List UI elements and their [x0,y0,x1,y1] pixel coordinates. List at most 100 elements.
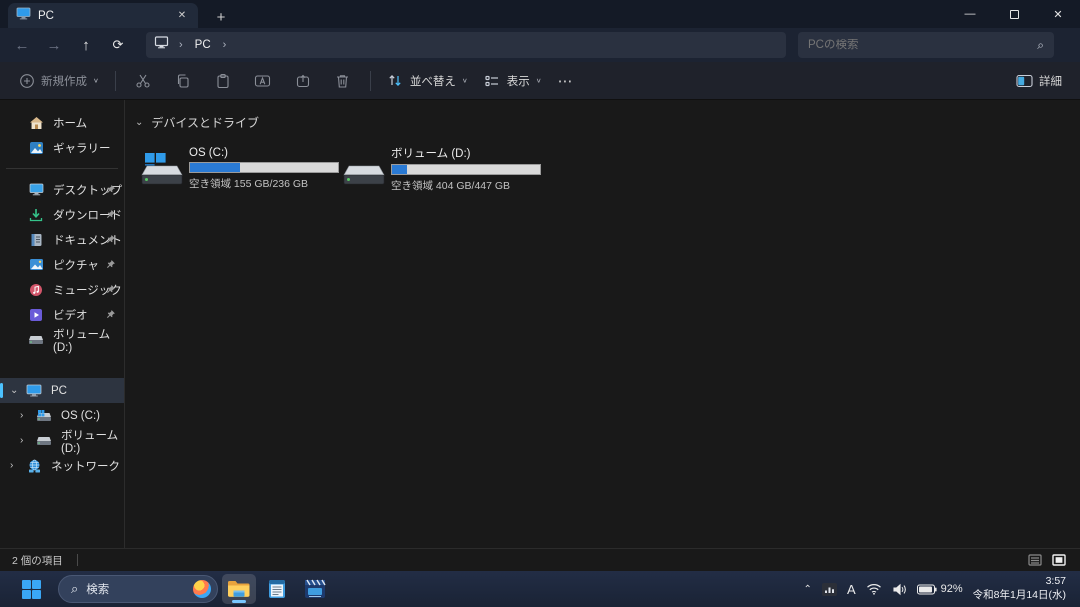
chevron-collapsed-icon[interactable]: › [20,410,23,421]
list-view-toggle[interactable] [1026,552,1044,568]
sidebar-divider [6,168,118,169]
drive-usage-fill [190,163,240,172]
wifi-icon[interactable] [866,583,882,595]
sidebar-item-tree-volume-d[interactable]: › ボリューム (D:) [0,428,124,453]
tab-pc[interactable]: PC ✕ [8,3,198,28]
volume-icon[interactable] [892,583,907,596]
taskbar-search[interactable]: ⌕ 検索 [58,575,218,603]
details-pane-button[interactable]: 詳細 [1008,66,1070,96]
search-box[interactable]: ⌕ [798,32,1054,58]
download-icon [28,207,44,223]
file-explorer-window: PC ✕ + — ✕ ← → ↑ ⟳ › PC › ⌕ [0,0,1080,607]
section-title: デバイスとドライブ [151,114,259,131]
plus-circle-icon [18,72,35,89]
sidebar-item-documents[interactable]: ドキュメント [0,227,124,252]
system-tray: ⌃ A 92% 3:57 令和8年1月14日(水) [804,575,1072,602]
drive-tile-volume-d[interactable]: ボリューム (D:) 空き領域 404 GB/447 GB [337,141,539,197]
gallery-icon [28,140,44,156]
section-devices-and-drives[interactable]: ⌄ デバイスとドライブ [135,114,1080,131]
new-item-button[interactable]: 新規作成 ∨ [10,66,107,96]
taskbar-notepad[interactable] [260,574,294,604]
command-toolbar: 新規作成 ∨ [0,62,1080,100]
new-item-label: 新規作成 [41,73,87,89]
chevron-collapsed-icon[interactable]: › [10,460,13,471]
hard-drive-icon [28,332,44,348]
sidebar-item-volume-d[interactable]: ボリューム (D:) [0,327,124,352]
view-button[interactable]: 表示 ∨ [476,66,550,96]
minimize-button[interactable]: — [948,0,992,28]
pin-icon [105,209,116,220]
sidebar-item-label: ボリューム (D:) [53,326,124,354]
copy-icon [174,72,191,89]
start-button[interactable] [14,574,48,604]
breadcrumb-separator: › [173,39,189,51]
chevron-down-icon: ∨ [93,77,99,84]
drive-tile-os-c[interactable]: OS (C:) 空き領域 155 GB/236 GB [135,141,337,197]
pin-icon [105,259,116,270]
large-icons-view-toggle[interactable] [1050,552,1068,568]
hidden-icons-chevron[interactable]: ⌃ [804,584,812,595]
sidebar-item-label: ネットワーク [51,458,120,474]
drive-usage-bar [391,164,541,175]
back-button[interactable]: ← [6,31,38,59]
sidebar-item-gallery[interactable]: ギャラリー [0,135,124,160]
clapperboard-icon [304,578,326,600]
navigation-pane: ホーム ギャラリー デスクトップ ダウンロード [0,100,125,548]
copy-button[interactable] [164,66,202,96]
search-input[interactable] [808,39,1037,51]
breadcrumb-pc[interactable]: PC [193,39,213,51]
this-pc-icon [154,36,169,54]
paste-button[interactable] [204,66,242,96]
sidebar-item-pc[interactable]: ⌄ PC [0,378,124,403]
navigation-bar: ← → ↑ ⟳ › PC › ⌕ [0,28,1080,62]
chevron-down-icon: ∨ [462,77,468,84]
share-button[interactable] [284,66,322,96]
chevron-collapsed-icon[interactable]: › [20,435,23,446]
refresh-button[interactable]: ⟳ [102,31,134,59]
sidebar-item-os-c[interactable]: › OS (C:) [0,403,124,428]
maximize-button[interactable] [992,0,1036,28]
tray-app-icon[interactable] [822,583,837,596]
rename-button[interactable] [244,66,282,96]
windows-drive-icon [137,150,183,188]
pictures-icon [28,257,44,273]
tab-title: PC [38,10,167,22]
sort-button[interactable]: 並べ替え ∨ [379,66,476,96]
clock-date: 令和8年1月14日(水) [973,589,1066,603]
battery-indicator[interactable]: 92% [917,583,963,595]
sidebar-item-label: OS (C:) [61,410,100,422]
ime-mode-indicator[interactable]: A [847,582,856,597]
sidebar-item-home[interactable]: ホーム [0,110,124,135]
more-options-button[interactable]: ⋯ [550,66,581,96]
pin-icon [105,284,116,295]
tab-close-icon[interactable]: ✕ [174,8,190,24]
more-options-icon: ⋯ [558,72,573,90]
sidebar-item-desktop[interactable]: デスクトップ [0,177,124,202]
up-button[interactable]: ↑ [70,31,102,59]
sidebar-item-music[interactable]: ミュージック [0,277,124,302]
breadcrumb-separator[interactable]: › [217,39,233,51]
toolbar-divider [370,71,371,91]
pin-icon [105,309,116,320]
tab-strip: PC ✕ + — ✕ [0,0,1080,28]
sidebar-item-downloads[interactable]: ダウンロード [0,202,124,227]
taskbar-file-explorer[interactable] [222,574,256,604]
address-bar[interactable]: › PC › [146,32,786,58]
close-button[interactable]: ✕ [1036,0,1080,28]
sort-icon [387,72,404,89]
rename-icon [254,72,271,89]
sidebar-item-videos[interactable]: ビデオ [0,302,124,327]
taskbar-clock[interactable]: 3:57 令和8年1月14日(水) [973,575,1066,602]
sidebar-item-pictures[interactable]: ピクチャ [0,252,124,277]
new-tab-button[interactable]: + [208,6,234,28]
home-icon [28,115,44,131]
view-label: 表示 [507,73,530,89]
cut-button[interactable] [124,66,162,96]
sidebar-item-network[interactable]: › ネットワーク [0,453,124,478]
desktop-icon [28,182,44,198]
taskbar-movie-maker[interactable] [298,574,332,604]
paste-icon [214,72,231,89]
delete-button[interactable] [324,66,362,96]
forward-button[interactable]: → [38,31,70,59]
chevron-expanded-icon[interactable]: ⌄ [10,385,18,396]
